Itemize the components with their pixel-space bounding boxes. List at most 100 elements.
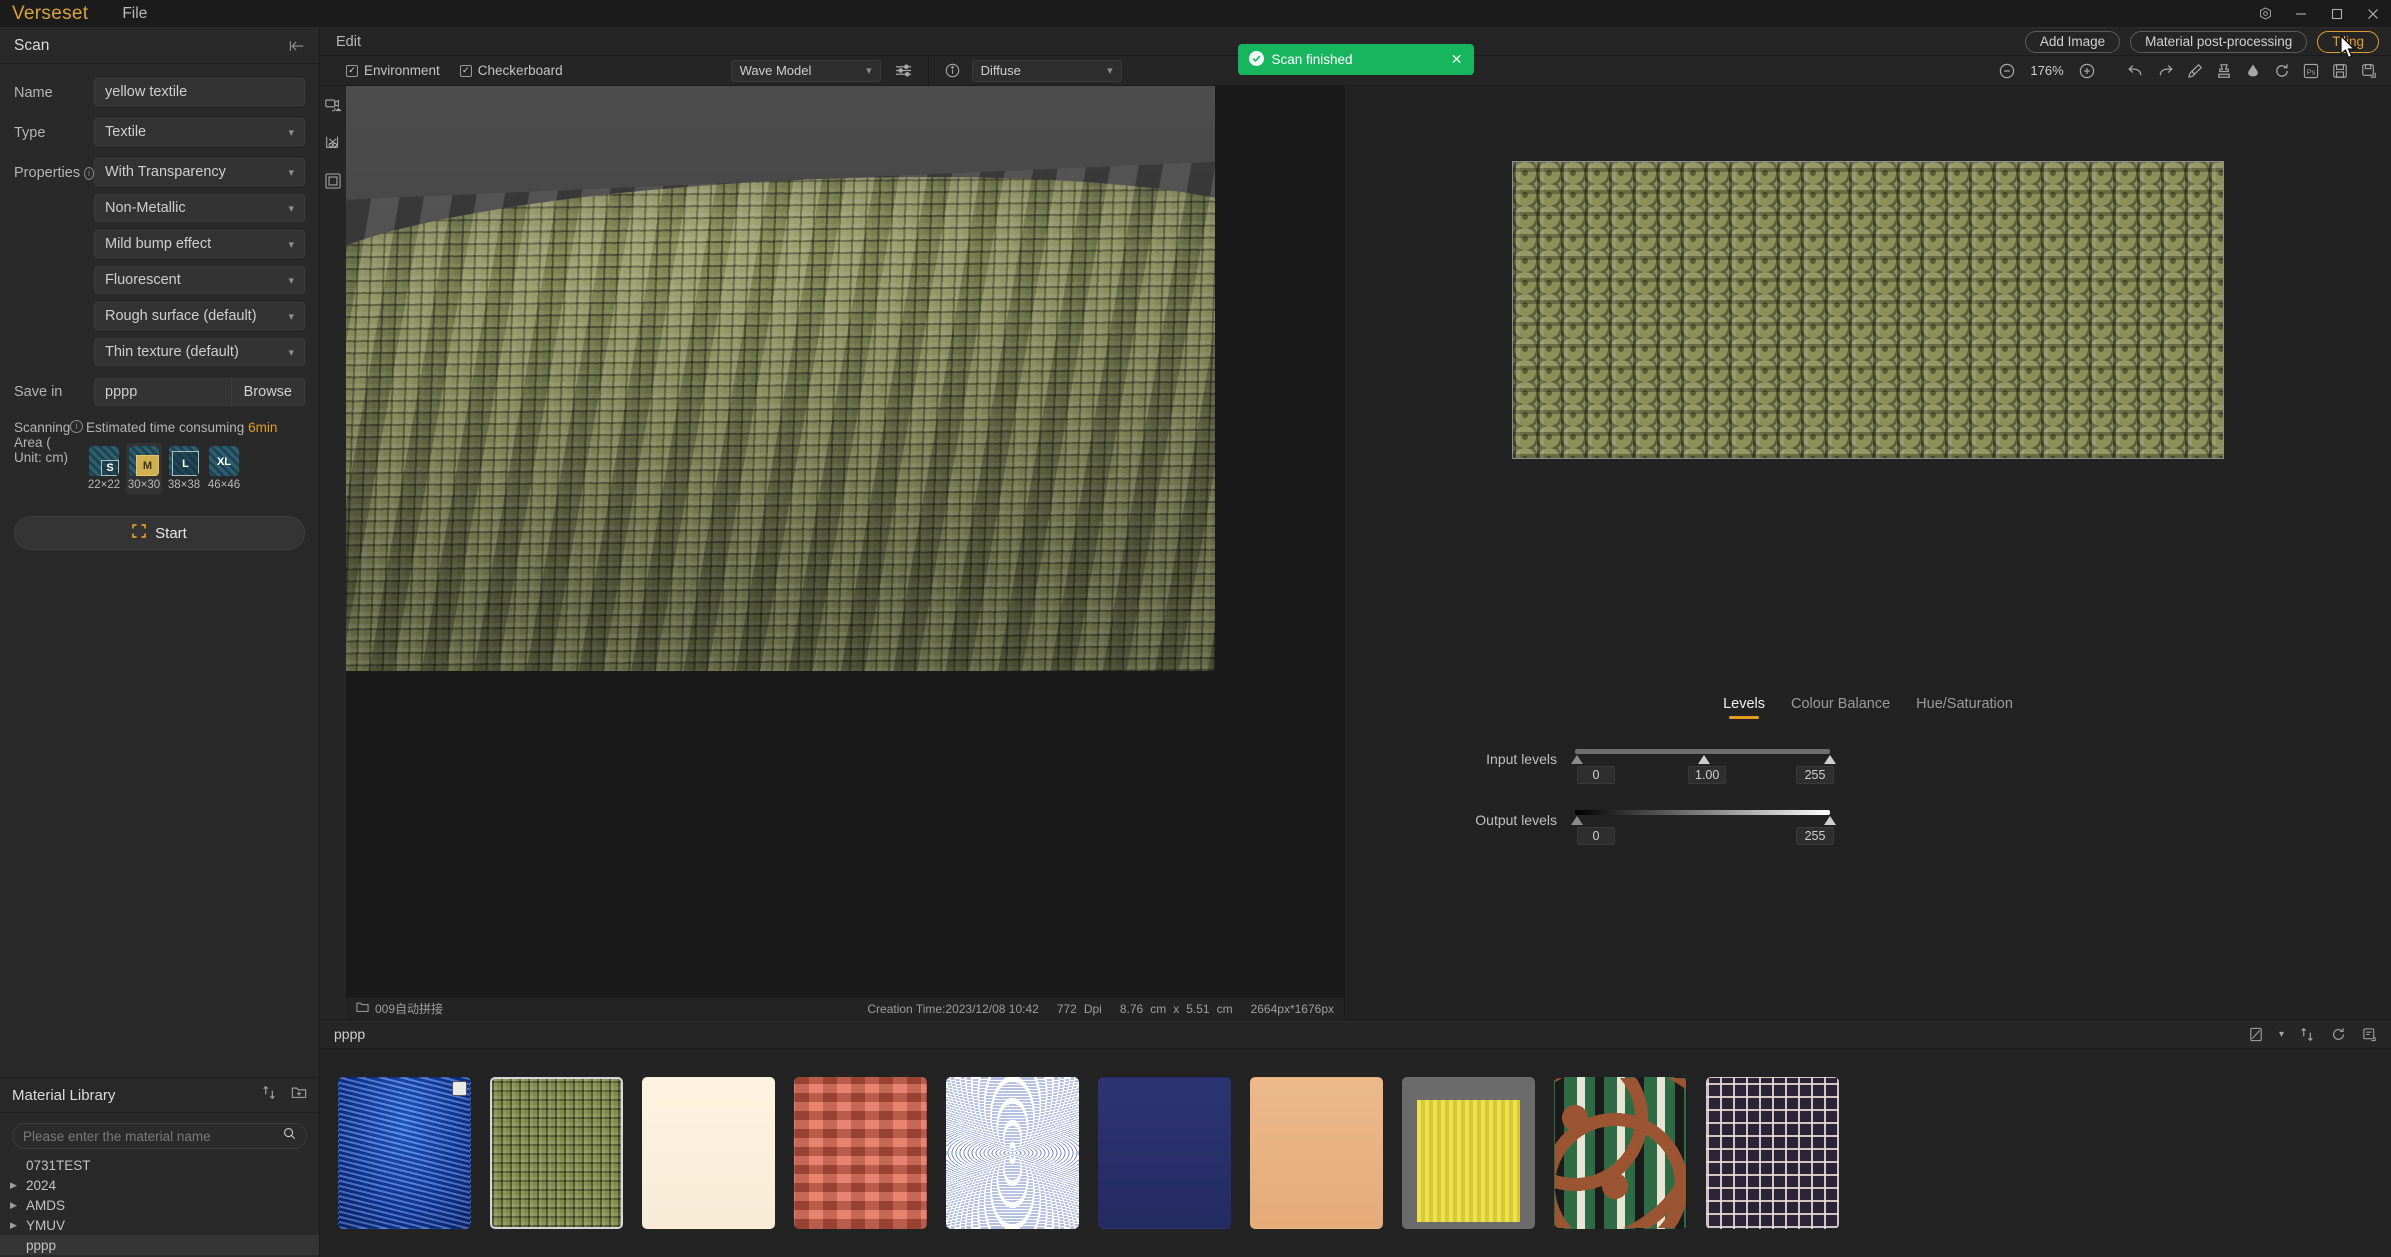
start-button[interactable]: Start xyxy=(14,516,305,550)
size-option-xl[interactable]: XL 46×46 xyxy=(206,443,242,494)
thumbnail-yellow-mesh[interactable] xyxy=(1402,1077,1535,1229)
chevron-right-icon[interactable]: ▶ xyxy=(10,1200,20,1211)
menu-edit[interactable]: Edit xyxy=(320,28,377,56)
minimize-button[interactable] xyxy=(2283,0,2319,28)
tree-item-2024[interactable]: ▶ 2024 xyxy=(0,1175,319,1195)
input-white-value[interactable]: 255 xyxy=(1796,766,1834,784)
collapse-left-icon[interactable] xyxy=(289,39,305,53)
output-black-handle[interactable] xyxy=(1571,816,1583,825)
close-button[interactable] xyxy=(2355,0,2391,28)
input-black-handle[interactable] xyxy=(1571,755,1583,764)
image-mode-icon[interactable] xyxy=(2249,1027,2263,1042)
thumbnail-olive-waffle-knit[interactable] xyxy=(490,1077,623,1229)
sort-icon[interactable] xyxy=(2300,1027,2315,1042)
tree-item-ymuv[interactable]: ▶ YMUV xyxy=(0,1215,319,1235)
type-select[interactable]: Textile ▾ xyxy=(94,118,305,146)
scene-render[interactable] xyxy=(346,86,1344,997)
tree-item-pppp[interactable]: ▶ pppp xyxy=(0,1235,319,1255)
tab-colour-balance[interactable]: Colour Balance xyxy=(1791,696,1890,719)
thumbnail-tan-leather[interactable] xyxy=(1250,1077,1383,1229)
save-in-input[interactable]: pppp xyxy=(94,378,231,406)
environment-checkbox[interactable]: ✓ Environment xyxy=(346,63,440,78)
tiling-preview-image[interactable] xyxy=(1512,161,2224,459)
undo-icon[interactable] xyxy=(2127,63,2144,79)
slider-track-gradient[interactable] xyxy=(1575,810,1830,815)
output-level-values: 0 255 xyxy=(1575,827,1834,849)
save-icon[interactable] xyxy=(2332,63,2348,79)
thumbnail-green-brown-pattern[interactable] xyxy=(1554,1077,1687,1229)
settings-icon[interactable] xyxy=(2247,0,2283,28)
slider-track[interactable] xyxy=(1575,749,1830,754)
tab-hue-saturation[interactable]: Hue/Saturation xyxy=(1916,696,2013,719)
frame-icon[interactable] xyxy=(322,170,344,192)
input-black-value[interactable]: 0 xyxy=(1577,766,1615,784)
maximize-button[interactable] xyxy=(2319,0,2355,28)
property-select-fluorescent[interactable]: Fluorescent ▾ xyxy=(94,266,305,294)
export-icon[interactable] xyxy=(2362,1027,2377,1042)
sliders-icon[interactable] xyxy=(895,63,912,78)
output-black-value[interactable]: 0 xyxy=(1577,827,1615,845)
property-select-thickness[interactable]: Thin texture (default) ▾ xyxy=(94,338,305,366)
checkerboard-checkbox[interactable]: ✓ Checkerboard xyxy=(459,63,563,78)
new-folder-icon[interactable] xyxy=(291,1085,307,1105)
add-image-button[interactable]: Add Image xyxy=(2024,30,2121,53)
size-option-s[interactable]: S 22×22 xyxy=(86,443,122,494)
tab-levels[interactable]: Levels xyxy=(1723,696,1765,719)
property-select-metallic[interactable]: Non-Metallic ▾ xyxy=(94,194,305,222)
redo-icon[interactable] xyxy=(2157,63,2174,79)
name-input[interactable]: yellow textile xyxy=(94,78,305,106)
size-option-m[interactable]: M 30×30 xyxy=(126,443,162,494)
search-icon[interactable] xyxy=(283,1127,296,1145)
browse-button[interactable]: Browse xyxy=(230,378,305,406)
thumbnail-monogram-print[interactable] xyxy=(1706,1077,1839,1229)
output-white-value[interactable]: 255 xyxy=(1796,827,1834,845)
info-icon[interactable]: i xyxy=(70,420,83,433)
wave-model-select[interactable]: Wave Model ▾ xyxy=(730,59,881,82)
stamp-icon[interactable] xyxy=(2216,63,2232,79)
thumbnail-red-quilted[interactable] xyxy=(794,1077,927,1229)
thumbnail-strip[interactable] xyxy=(320,1049,2391,1257)
zoom-out-button[interactable] xyxy=(1999,63,2015,79)
tree-item-amds[interactable]: ▶ AMDS xyxy=(0,1195,319,1215)
input-gamma-handle[interactable] xyxy=(1698,755,1710,764)
input-gamma-value[interactable]: 1.00 xyxy=(1688,766,1727,784)
chevron-down-icon: ▾ xyxy=(288,274,294,287)
tiling-button[interactable]: Tiling xyxy=(2317,30,2379,53)
input-white-handle[interactable] xyxy=(1824,755,1836,764)
eyedropper-icon[interactable] xyxy=(2245,63,2261,79)
tree-item-0731test[interactable]: ▶ 0731TEST xyxy=(0,1155,319,1175)
menu-file[interactable]: File xyxy=(106,0,163,28)
property-select-roughness[interactable]: Rough surface (default) ▾ xyxy=(94,302,305,330)
thumbnail-blue-white-moire[interactable] xyxy=(946,1077,1079,1229)
sort-icon[interactable] xyxy=(262,1085,277,1105)
output-white-handle[interactable] xyxy=(1824,816,1836,825)
close-icon[interactable]: ✕ xyxy=(1451,51,1463,68)
material-search-box[interactable] xyxy=(12,1123,307,1149)
thumbnail-navy-solid[interactable] xyxy=(1098,1077,1231,1229)
info-icon[interactable]: i xyxy=(84,166,94,180)
thumbnail-cream-plain[interactable] xyxy=(642,1077,775,1229)
viewport-3d[interactable]: 009自动拼接 Creation Time:2023/12/08 10:42 7… xyxy=(346,86,1344,1019)
photoshop-icon[interactable]: Ps xyxy=(2303,63,2319,79)
property-value-4: Rough surface (default) xyxy=(105,308,257,324)
property-select-bump[interactable]: Mild bump effect ▾ xyxy=(94,230,305,258)
channel-select[interactable]: Diffuse ▾ xyxy=(971,59,1122,82)
search-input[interactable] xyxy=(23,1128,277,1144)
chevron-down-icon[interactable]: ▾ xyxy=(2279,1029,2284,1040)
output-levels-slider[interactable]: 0 255 xyxy=(1571,810,1836,849)
chevron-right-icon[interactable]: ▶ xyxy=(10,1220,20,1231)
property-select-transparency[interactable]: With Transparency ▾ xyxy=(94,158,305,186)
info-icon[interactable] xyxy=(945,63,960,78)
crop-scissors-icon[interactable] xyxy=(322,132,344,154)
brush-icon[interactable] xyxy=(2187,63,2203,79)
camera-icon[interactable] xyxy=(322,94,344,116)
chevron-right-icon[interactable]: ▶ xyxy=(10,1180,20,1191)
input-levels-slider[interactable]: 0 1.00 255 xyxy=(1571,749,1836,788)
thumbnail-blue-velvet[interactable] xyxy=(338,1077,471,1229)
refresh-icon[interactable] xyxy=(2331,1027,2346,1042)
zoom-in-button[interactable] xyxy=(2079,63,2095,79)
material-post-processing-button[interactable]: Material post-processing xyxy=(2130,30,2308,53)
save-as-icon[interactable] xyxy=(2361,63,2377,79)
reset-icon[interactable] xyxy=(2274,63,2290,79)
size-option-l[interactable]: L 38×38 xyxy=(166,443,202,494)
